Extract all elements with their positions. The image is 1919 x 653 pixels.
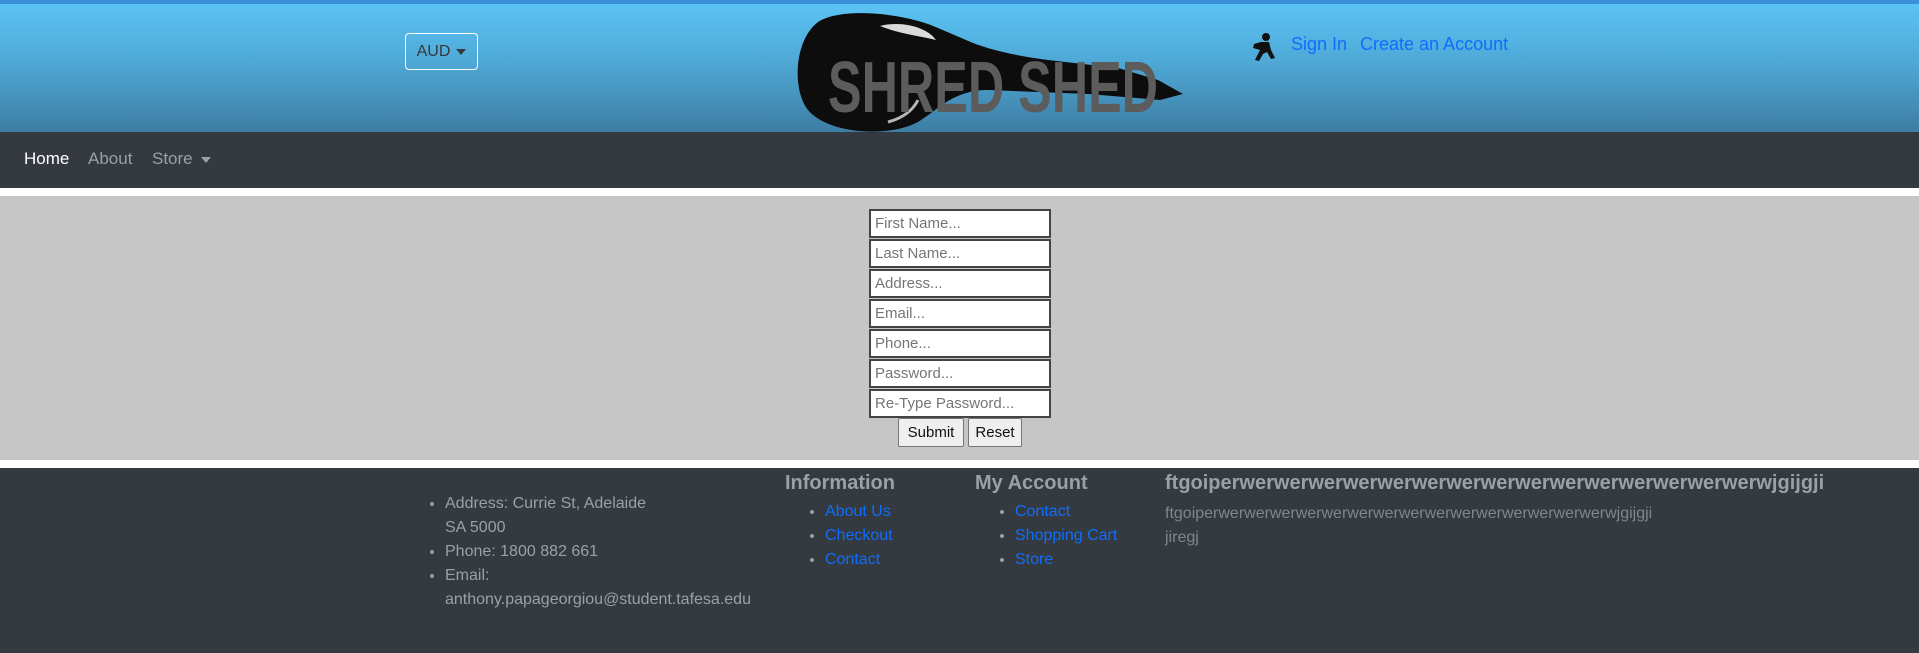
- contact-address: Address: Currie St, Adelaide SA 5000: [445, 492, 751, 540]
- site-footer: Address: Currie St, Adelaide SA 5000 Pho…: [0, 468, 1919, 653]
- footer-link-item: About Us: [825, 500, 893, 524]
- nav-about[interactable]: About: [88, 149, 132, 169]
- last-name-field[interactable]: [869, 239, 1051, 268]
- currency-label: AUD: [416, 42, 451, 60]
- account-contact-link[interactable]: Contact: [1015, 503, 1070, 520]
- information-links: About Us Checkout Contact: [803, 500, 893, 572]
- address-line1: Address: Currie St, Adelaide: [445, 495, 646, 512]
- about-us-link[interactable]: About Us: [825, 503, 891, 520]
- currency-dropdown-button[interactable]: AUD: [405, 33, 478, 70]
- my-account-links: Contact Shopping Cart Store: [993, 500, 1117, 572]
- contact-email: Email: anthony.papageorgiou@student.tafe…: [445, 564, 751, 612]
- checkout-link[interactable]: Checkout: [825, 527, 893, 544]
- submit-button[interactable]: Submit: [898, 418, 964, 447]
- logo-text: SHRED SHED: [828, 48, 1158, 128]
- sign-in-link[interactable]: Sign In: [1291, 34, 1347, 55]
- contact-info-list: Address: Currie St, Adelaide SA 5000 Pho…: [423, 492, 751, 612]
- phone-field[interactable]: [869, 329, 1051, 358]
- footer-link-item: Contact: [825, 548, 893, 572]
- password-field[interactable]: [869, 359, 1051, 388]
- nav-store-dropdown[interactable]: Store: [152, 149, 211, 169]
- contact-phone: Phone: 1800 882 661: [445, 540, 751, 564]
- shred-shed-logo[interactable]: SHRED SHED: [788, 10, 1183, 134]
- footer-link-item: Shopping Cart: [1015, 524, 1117, 548]
- footer-link-item: Checkout: [825, 524, 893, 548]
- address-line2: SA 5000: [445, 519, 506, 536]
- my-account-heading: My Account: [975, 472, 1088, 494]
- email-field[interactable]: [869, 299, 1051, 328]
- site-header: AUD SHRED SHED Sign In Create an Account: [0, 0, 1919, 132]
- extra-heading: ftgoiperwerwerwerwerwerwerwerwerwerwerwe…: [1165, 472, 1825, 494]
- user-guitarist-icon: [1253, 33, 1275, 61]
- chevron-down-icon: [200, 156, 211, 163]
- email-label: Email:: [445, 567, 490, 584]
- contact-link[interactable]: Contact: [825, 551, 880, 568]
- create-account-link[interactable]: Create an Account: [1360, 34, 1508, 55]
- chevron-down-icon: [456, 48, 467, 55]
- extra-line2: jiregj: [1165, 529, 1199, 546]
- email-value: anthony.papageorgiou@student.tafesa.edu: [445, 591, 751, 608]
- retype-password-field[interactable]: [869, 389, 1051, 418]
- information-heading: Information: [785, 472, 895, 494]
- store-link[interactable]: Store: [1015, 551, 1053, 568]
- nav-store-label: Store: [152, 149, 193, 168]
- extra-line1: ftgoiperwerwerwerwerwerwerwerwerwerwerwe…: [1165, 505, 1653, 522]
- reset-button[interactable]: Reset: [968, 418, 1022, 447]
- shopping-cart-link[interactable]: Shopping Cart: [1015, 527, 1117, 544]
- first-name-field[interactable]: [869, 209, 1051, 238]
- main-navbar: Home About Store: [0, 132, 1919, 188]
- footer-link-item: Store: [1015, 548, 1117, 572]
- nav-home[interactable]: Home: [24, 149, 69, 169]
- footer-link-item: Contact: [1015, 500, 1117, 524]
- address-field[interactable]: [869, 269, 1051, 298]
